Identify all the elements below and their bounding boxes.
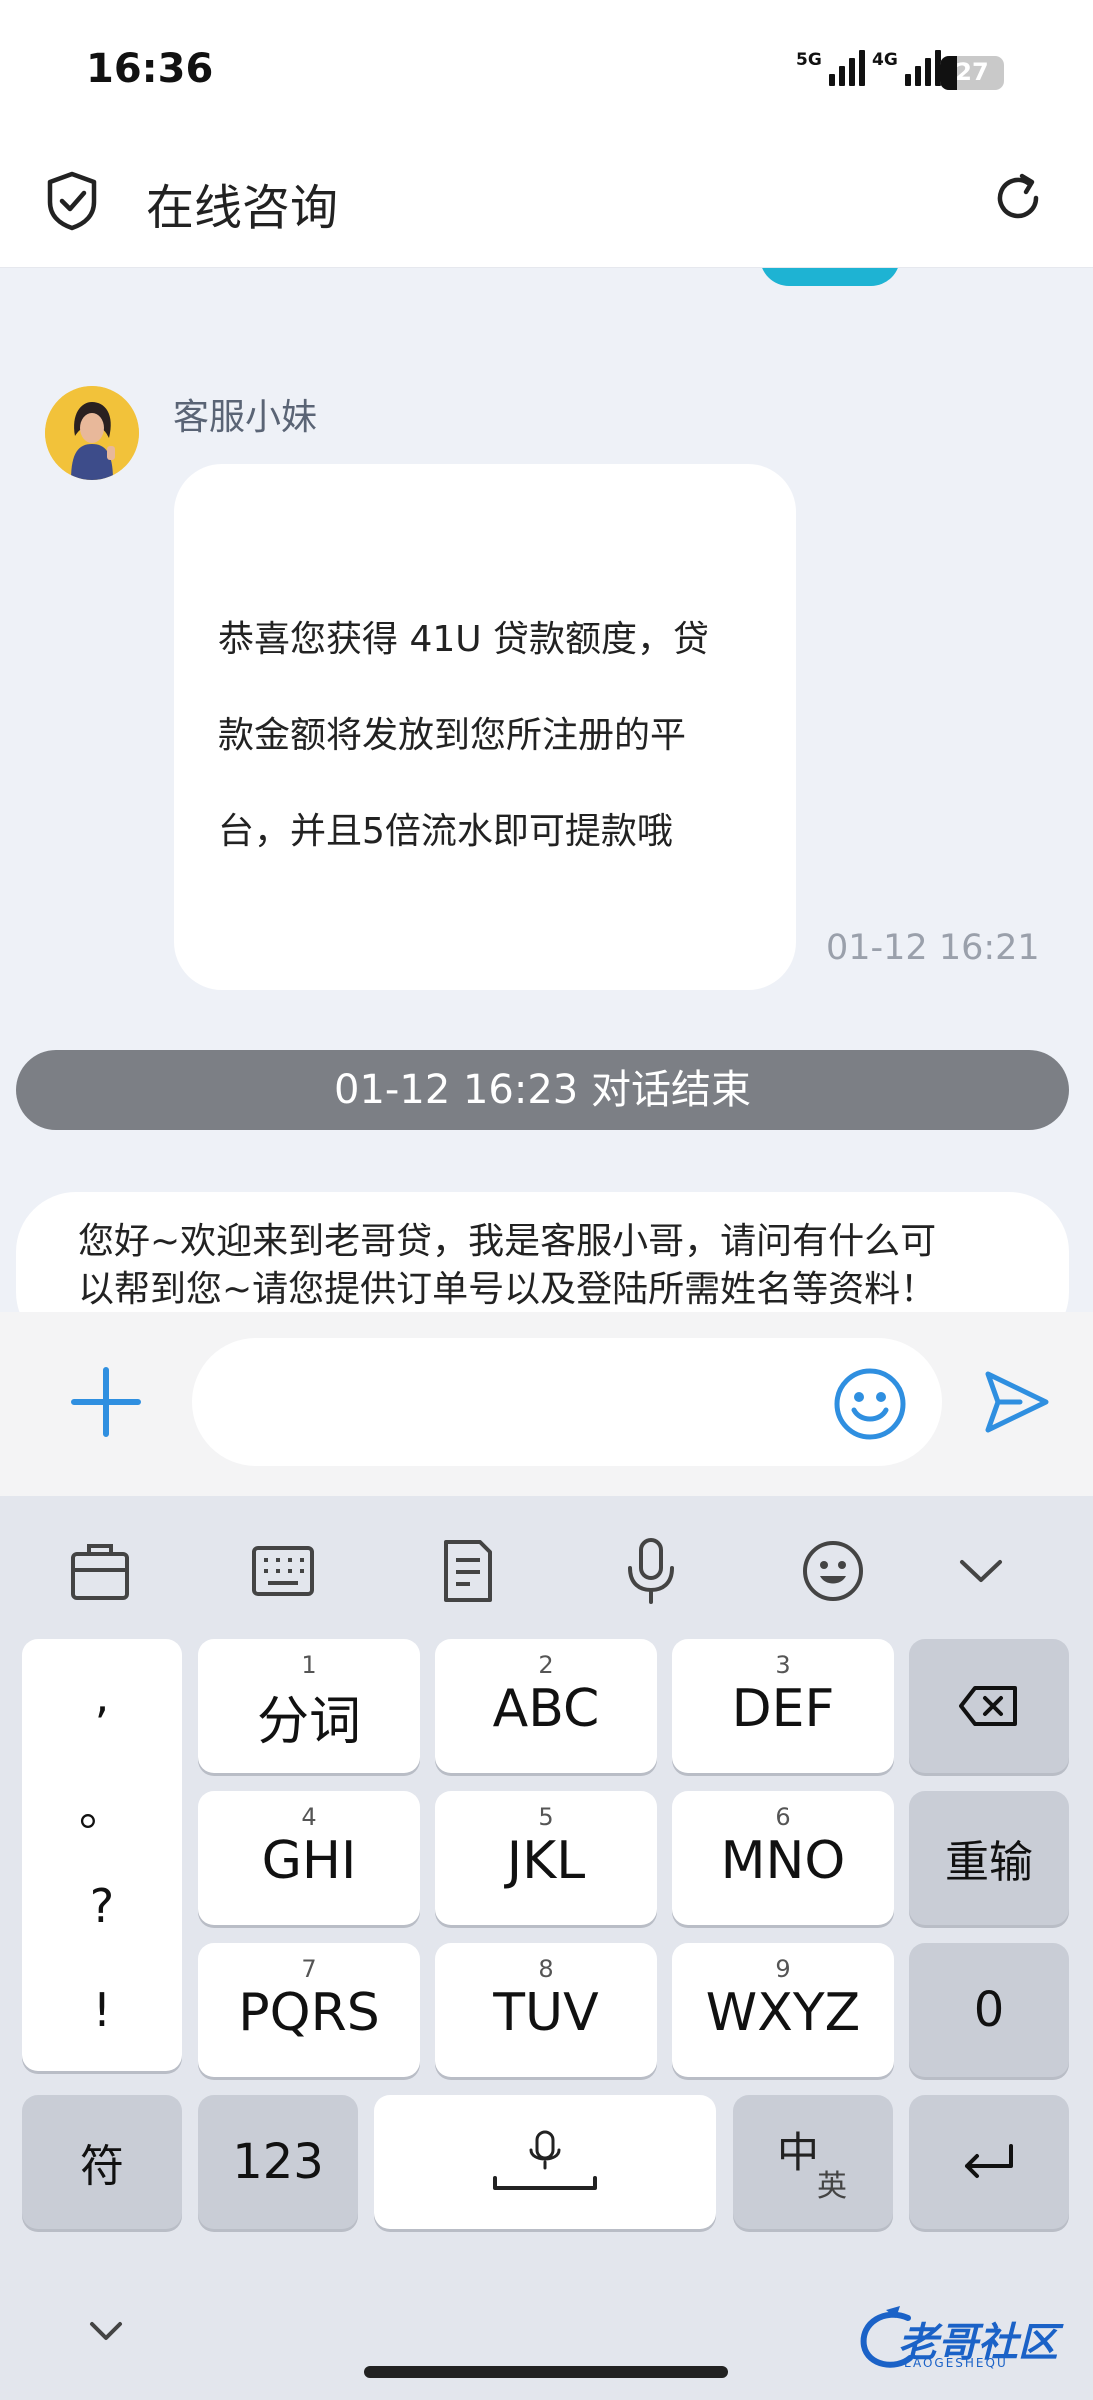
key-0[interactable]: 0 xyxy=(909,1943,1069,2077)
symbol-key[interactable]: 符 xyxy=(22,2095,182,2229)
numbers-key[interactable]: 123 xyxy=(198,2095,358,2229)
signal-4g-icon: 4G xyxy=(872,50,941,86)
clipboard-icon[interactable] xyxy=(432,1536,502,1606)
status-time: 16:36 xyxy=(86,46,214,92)
home-indicator[interactable] xyxy=(364,2366,728,2378)
welcome-line: 以帮到您~请您提供订单号以及登陆所需姓名等资料！ xyxy=(78,1269,937,1310)
watermark-logo: 老哥社区 LAOGESHEQU xyxy=(856,2304,1078,2378)
message-line: 台，并且5倍流水即可提款哦 xyxy=(218,811,673,852)
battery-icon: 27 xyxy=(940,56,1004,90)
key-5[interactable]: 5 JKL xyxy=(435,1791,657,1925)
key-7[interactable]: 7 PQRS xyxy=(198,1943,420,2077)
key-6[interactable]: 6 MNO xyxy=(672,1791,894,1925)
welcome-line: 您好~欢迎来到老哥贷，我是客服小哥，请问有什么可 xyxy=(78,1221,937,1262)
emoji-icon[interactable] xyxy=(832,1366,908,1442)
exclamation-key[interactable]: ! xyxy=(22,1983,182,2037)
period-key[interactable]: 。 xyxy=(22,1773,182,1839)
app-header: 在线咨询 xyxy=(0,140,1093,268)
message-line: 恭喜您获得 41U 贷款额度，贷 xyxy=(218,619,710,660)
microphone-icon[interactable] xyxy=(616,1536,686,1606)
comma-key[interactable]: , xyxy=(22,1669,182,1723)
conversation-ended-banner: 01-12 16:23 对话结束 xyxy=(16,1050,1069,1130)
plus-icon[interactable] xyxy=(68,1364,144,1440)
backspace-icon xyxy=(959,1686,1017,1726)
previous-message-fragment xyxy=(760,268,900,286)
agent-avatar-image xyxy=(45,386,139,480)
toolbox-icon[interactable] xyxy=(65,1536,135,1606)
agent-name: 客服小妹 xyxy=(173,397,318,438)
key-1[interactable]: 1 分词 xyxy=(198,1639,420,1773)
chat-area[interactable]: 客服小妹 恭喜您获得 41U 贷款额度，贷 款金额将发放到您所注册的平 台，并且… xyxy=(0,268,1093,1312)
key-9[interactable]: 9 WXYZ xyxy=(672,1943,894,2077)
collapse-keyboard-icon[interactable] xyxy=(86,2316,126,2346)
welcome-message[interactable]: 您好~欢迎来到老哥贷，我是客服小哥，请问有什么可 以帮到您~请您提供订单号以及登… xyxy=(16,1192,1069,1312)
language-switch-key[interactable]: 中 英 xyxy=(733,2095,893,2229)
space-mic-icon xyxy=(493,2130,597,2190)
key-2[interactable]: 2 ABC xyxy=(435,1639,657,1773)
agent-message-bubble[interactable]: 恭喜您获得 41U 贷款额度，贷 款金额将发放到您所注册的平 台，并且5倍流水即… xyxy=(174,464,796,990)
message-input-bar xyxy=(0,1312,1093,1496)
backspace-key[interactable] xyxy=(909,1639,1069,1773)
emoji-keyboard-icon[interactable] xyxy=(798,1536,868,1606)
battery-level: 27 xyxy=(955,58,989,86)
refresh-icon[interactable] xyxy=(990,170,1046,226)
key-3[interactable]: 3 DEF xyxy=(672,1639,894,1773)
key-8[interactable]: 8 TUV xyxy=(435,1943,657,2077)
message-line: 款金额将发放到您所注册的平 xyxy=(218,715,687,756)
keyboard-layout-icon[interactable] xyxy=(248,1536,318,1606)
key-4[interactable]: 4 GHI xyxy=(198,1791,420,1925)
send-icon[interactable] xyxy=(980,1366,1052,1438)
status-bar: 16:36 5G 4G 27 xyxy=(0,0,1093,140)
reinput-key[interactable]: 重输 xyxy=(909,1791,1069,1925)
message-timestamp: 01-12 16:21 xyxy=(826,928,1040,968)
chevron-down-icon[interactable] xyxy=(946,1536,1016,1606)
agent-avatar[interactable] xyxy=(45,386,139,480)
punctuation-key[interactable]: , 。 ? ! xyxy=(22,1639,182,2071)
shield-check-icon[interactable] xyxy=(44,170,100,232)
question-key[interactable]: ? xyxy=(22,1879,182,1933)
enter-icon xyxy=(965,2144,1013,2178)
keyboard: , 。 ? ! 1 分词 2 ABC 3 DEF 4 GHI 5 JKL 6 M… xyxy=(0,1496,1093,2400)
page-title: 在线咨询 xyxy=(146,180,339,236)
message-input[interactable] xyxy=(192,1338,942,1466)
signal-5g-icon: 5G xyxy=(796,50,865,86)
space-key[interactable] xyxy=(374,2095,716,2229)
enter-key[interactable] xyxy=(909,2095,1069,2229)
